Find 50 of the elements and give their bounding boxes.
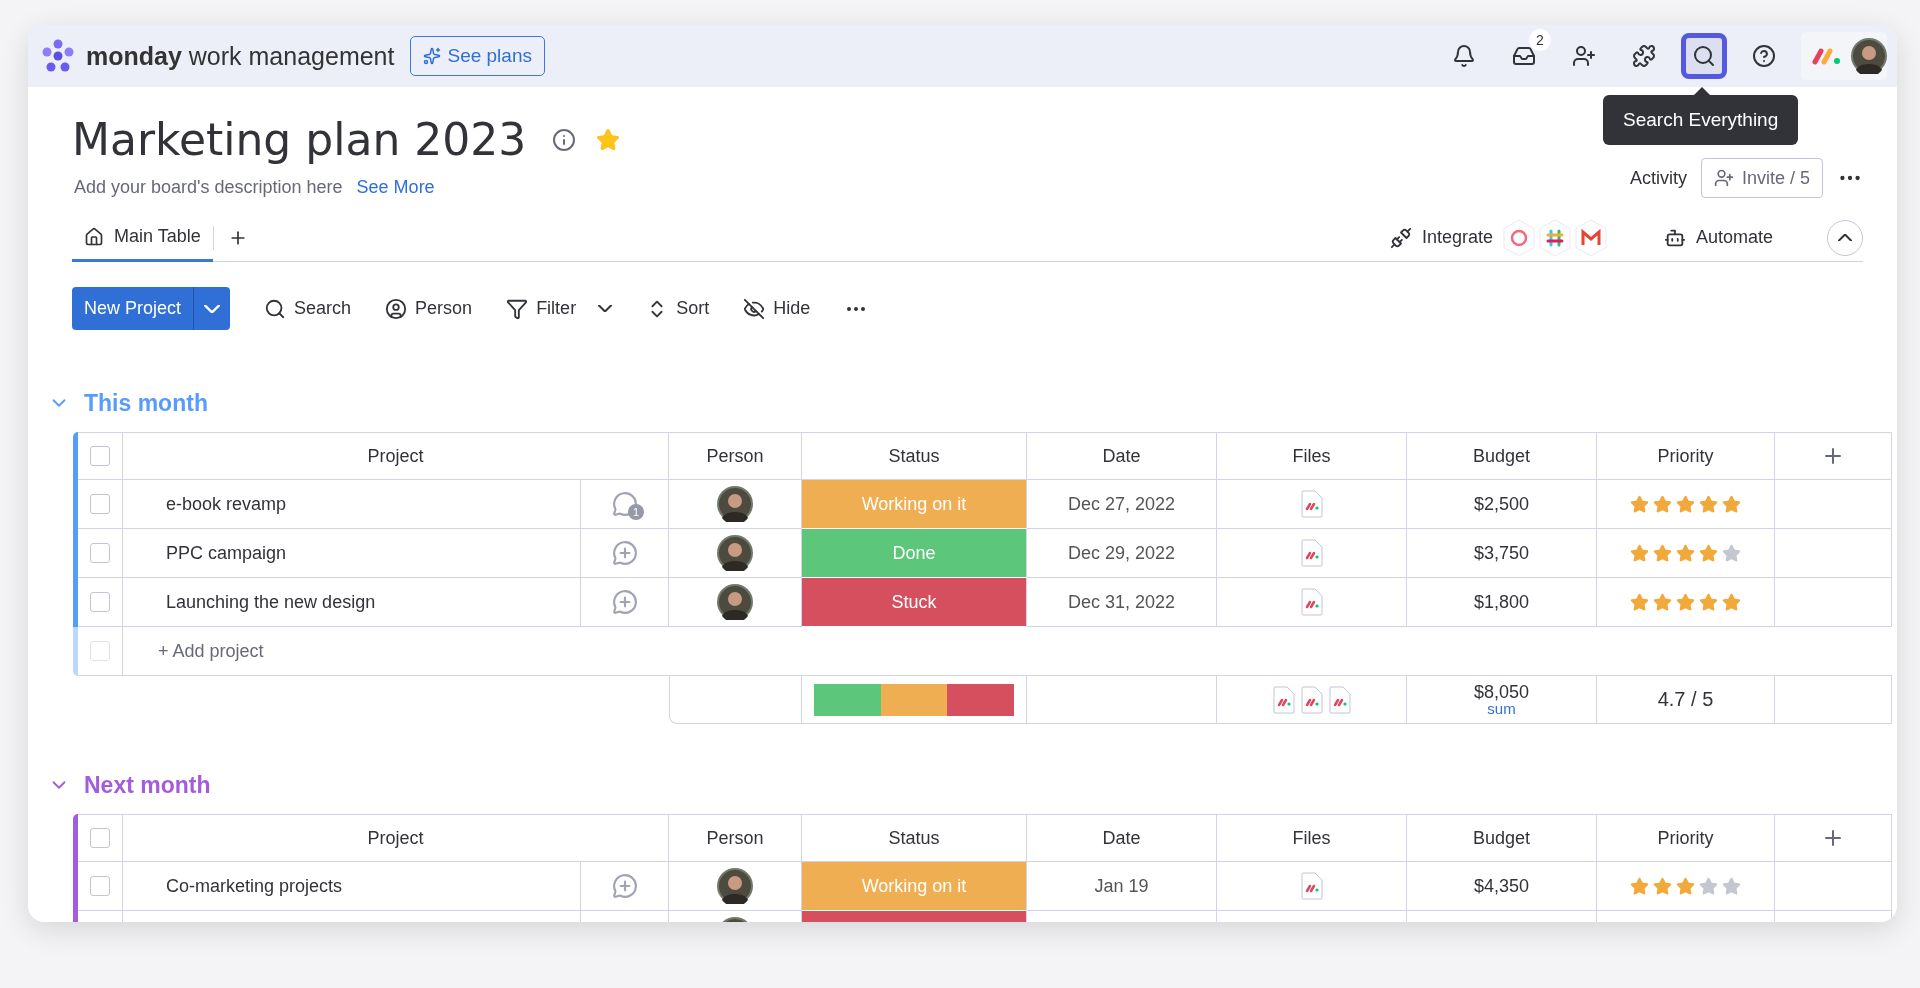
tooltip: Search Everything (1603, 95, 1799, 145)
toolbar-button[interactable]: Sort (646, 297, 710, 320)
item-name[interactable]: Co-marketing projects (138, 875, 343, 897)
see-more-link[interactable]: See More (356, 177, 435, 198)
column-header: Status (888, 445, 940, 467)
column-header: Date (1102, 445, 1141, 467)
status-label[interactable]: Stuck (802, 578, 1027, 627)
add-item-link[interactable]: + Add project (138, 640, 264, 662)
item-name[interactable]: PPC campaign (138, 542, 287, 564)
column-header: Project (367, 827, 424, 849)
item-name[interactable]: e-book revamp (138, 493, 287, 515)
date-text: Dec 29, 2022 (1067, 542, 1176, 564)
column-header: Date (1102, 827, 1141, 849)
column-header: Priority (1657, 827, 1714, 849)
date-text: Dec 31, 2022 (1067, 591, 1176, 613)
date-text: Jan 19 (1094, 875, 1149, 897)
toolbar-button[interactable]: Search (264, 297, 352, 320)
summary-caption: sum (1487, 701, 1516, 716)
column-header: Person (706, 827, 764, 849)
toolbar-button[interactable]: Filter (506, 297, 613, 320)
column-header: Files (1292, 445, 1331, 467)
toolbar-button[interactable]: Hide (743, 297, 811, 320)
budget-value: $3,750 (1473, 542, 1530, 564)
activity-link[interactable]: Activity (1629, 167, 1687, 189)
item-name[interactable]: Launching the new design (138, 591, 376, 613)
group-title[interactable]: Next month (84, 771, 211, 799)
column-header: Person (706, 445, 764, 467)
column-header: Project (367, 445, 424, 467)
budget-value: $1,800 (1473, 591, 1530, 613)
inbox-count: 2 (1529, 29, 1551, 51)
view-tab[interactable]: Main Table (72, 214, 213, 262)
column-header: Budget (1472, 827, 1531, 849)
comment-count: 1 (628, 504, 644, 520)
invite-button[interactable]: Invite / 5 (1700, 158, 1823, 198)
toolbar-button[interactable]: Person (385, 297, 473, 320)
board-title[interactable]: Marketing plan 2023 (72, 112, 527, 168)
budget-value: $4,350 (1473, 875, 1530, 897)
board-description[interactable]: Add your board's description here (74, 177, 343, 198)
integrate-label[interactable]: Integrate (1421, 227, 1493, 248)
automate-label[interactable]: Automate (1695, 227, 1773, 248)
column-header: Priority (1657, 445, 1714, 467)
priority-average: 4.7 / 5 (1657, 688, 1714, 711)
column-header: Files (1292, 827, 1331, 849)
see-plans-button[interactable]: See plans (410, 36, 545, 76)
budget-value: $2,500 (1473, 493, 1530, 515)
budget-total: $8,050 (1473, 683, 1530, 701)
column-header: Status (888, 827, 940, 849)
brand-name: monday work management (86, 41, 395, 71)
column-header: Budget (1472, 445, 1531, 467)
date-text: Dec 27, 2022 (1067, 493, 1176, 515)
